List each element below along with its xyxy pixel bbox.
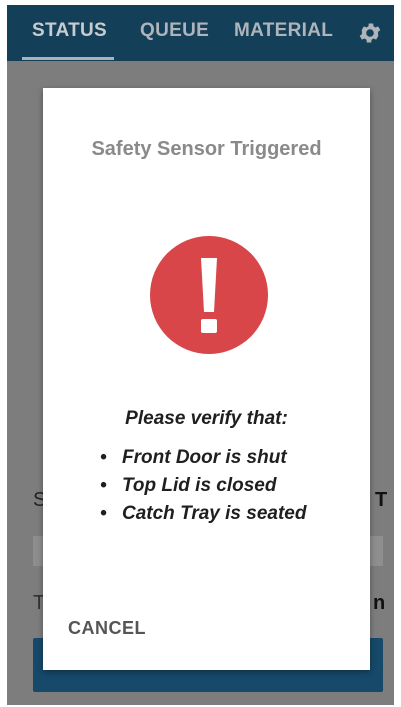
checklist-item-label: Catch Tray is seated bbox=[122, 503, 307, 524]
safety-checklist: • Front Door is shut • Top Lid is closed… bbox=[98, 444, 306, 528]
verify-heading: Please verify that: bbox=[125, 408, 288, 429]
active-tab-indicator bbox=[22, 57, 114, 60]
bullet: • bbox=[100, 475, 107, 496]
alert-icon bbox=[150, 236, 268, 354]
top-nav-bar: STATUS QUEUE MATERIAL bbox=[7, 5, 394, 61]
background-value: T bbox=[375, 489, 388, 511]
cancel-button[interactable]: CANCEL bbox=[68, 618, 146, 639]
dialog-title: Safety Sensor Triggered bbox=[91, 138, 322, 160]
checklist-item-top-lid: • Top Lid is closed bbox=[98, 472, 306, 500]
checklist-item-label: Top Lid is closed bbox=[122, 475, 277, 496]
background-value-2: n bbox=[373, 592, 386, 614]
gear-icon[interactable] bbox=[357, 20, 383, 46]
safety-alert-dialog: Safety Sensor Triggered Please verify th… bbox=[43, 88, 370, 670]
checklist-item-label: Front Door is shut bbox=[122, 447, 287, 468]
bullet: • bbox=[100, 447, 107, 468]
tab-status[interactable]: STATUS bbox=[32, 20, 107, 42]
checklist-item-catch-tray: • Catch Tray is seated bbox=[98, 500, 306, 528]
tab-material[interactable]: MATERIAL bbox=[234, 20, 333, 42]
tab-queue[interactable]: QUEUE bbox=[140, 20, 209, 42]
checklist-item-front-door: • Front Door is shut bbox=[98, 444, 306, 472]
bullet: • bbox=[100, 503, 107, 524]
